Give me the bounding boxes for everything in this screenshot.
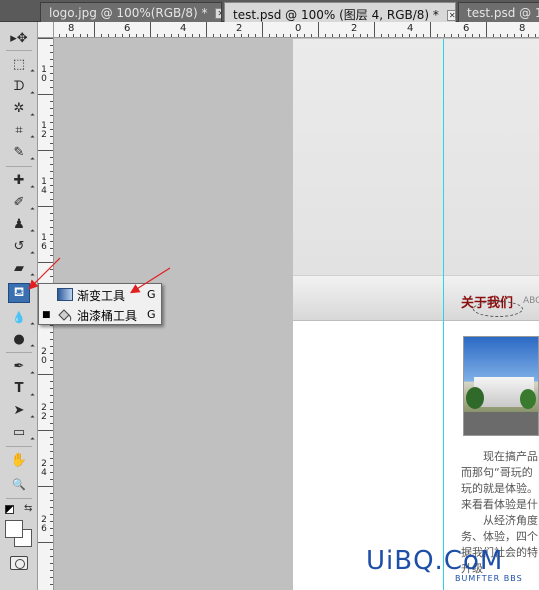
ruler-label: 8 — [68, 23, 75, 34]
default-colors-icon[interactable] — [5, 505, 14, 514]
marquee-tool-icon[interactable]: ⬚ — [8, 54, 35, 74]
ruler-label: 2 6 — [41, 515, 47, 534]
watermark-logo: UiBQ.CoM — [366, 546, 504, 576]
building-photo — [463, 336, 539, 436]
menu-item-shortcut: G — [147, 308, 156, 321]
ruler-label: 1 0 — [41, 65, 47, 84]
tab-test-psd-2[interactable]: test.psd @ 1 — [458, 2, 539, 22]
gradient-icon — [57, 288, 73, 301]
hand-tool-icon[interactable]: ✋ — [8, 450, 30, 470]
photoshop-window: logo.jpg @ 100%(RGB/8) * ✕ test.psd @ 10… — [0, 0, 539, 590]
paragraph-line: 从经济角度 — [461, 514, 538, 527]
path-selection-tool-icon[interactable]: ➤ — [8, 400, 35, 420]
tab-logo-jpg[interactable]: logo.jpg @ 100%(RGB/8) * ✕ — [40, 2, 222, 22]
pen-tool-icon[interactable]: ✒ — [8, 356, 35, 376]
tab-label: logo.jpg @ 100%(RGB/8) * — [49, 6, 208, 20]
tab-test-psd-active[interactable]: test.psd @ 100% (图层 4, RGB/8) * ✕ — [224, 2, 456, 22]
paragraph-line: 现在搞产品 — [461, 450, 538, 463]
lasso-tool-icon[interactable]: ᗪ — [8, 76, 35, 96]
ruler-label: 1 6 — [41, 233, 47, 252]
shape-tool-icon[interactable]: ▭ — [8, 422, 35, 442]
menu-item-shortcut: G — [147, 288, 156, 301]
history-brush-tool-icon[interactable]: ↺ — [8, 236, 35, 256]
paragraph-line: 来看看体验是什 — [461, 498, 538, 511]
ruler-label: 0 — [295, 23, 302, 34]
menu-item-gradient-tool[interactable]: 渐变工具 G — [39, 285, 161, 305]
elliptical-selection — [473, 301, 523, 317]
ruler-label: 6 — [124, 23, 131, 34]
magic-wand-tool-icon[interactable]: ✲ — [8, 98, 35, 118]
tab-label: test.psd @ 100% (图层 4, RGB/8) * — [233, 8, 439, 22]
menu-item-label: 油漆桶工具 — [77, 309, 138, 323]
swap-colors-icon[interactable]: ⇆ — [24, 503, 32, 514]
quick-mask-icon[interactable] — [10, 556, 28, 570]
guide-line[interactable] — [443, 39, 444, 590]
ruler-label: 2 2 — [41, 403, 47, 422]
menu-item-paint-bucket-tool[interactable]: ■ 油漆桶工具 G — [39, 305, 161, 325]
ruler-label: 6 — [463, 23, 470, 34]
ruler-origin[interactable] — [38, 22, 54, 38]
horizontal-ruler[interactable]: 8 6 4 2 0 2 4 6 8 — [38, 22, 539, 38]
ruler-label: 1 4 — [41, 177, 47, 196]
move-tool-icon[interactable]: ▸✥ — [8, 28, 30, 48]
ruler-label: 2 — [351, 23, 358, 34]
paragraph-line: 玩的就是体验。 — [461, 482, 538, 495]
ruler-label: 4 — [180, 23, 187, 34]
brush-tool-icon[interactable]: ✐ — [8, 192, 35, 212]
paragraph-line: 务、体验，四个 — [461, 530, 538, 543]
menu-item-label: 渐变工具 — [77, 289, 126, 303]
toolbox: ▸✥ ⬚ ᗪ ✲ ⌗ ✎ ✚ ✐ ♟ ↺ ▰ ⛾ 💧 ● ✒ T ➤ ▭ ✋ 🔍… — [0, 22, 38, 590]
close-icon[interactable]: ✕ — [215, 8, 221, 19]
paint-bucket-tool-icon[interactable]: ⛾ — [8, 283, 30, 303]
watermark-subtext: BUMFTER BBS — [455, 574, 523, 583]
dodge-tool-icon[interactable]: ● — [8, 329, 35, 349]
eraser-tool-icon[interactable]: ▰ — [8, 258, 35, 278]
paragraph-line: 而那句“哥玩的 — [461, 466, 533, 479]
tab-label: test.psd @ 1 — [467, 6, 539, 20]
healing-brush-tool-icon[interactable]: ✚ — [8, 170, 35, 190]
paint-bucket-flyout-menu: 渐变工具 G ■ 油漆桶工具 G — [38, 283, 162, 325]
zoom-tool-icon[interactable]: 🔍 — [8, 474, 30, 494]
ruler-label: 2 — [236, 23, 243, 34]
foreground-color-swatch[interactable] — [5, 520, 23, 538]
type-tool-icon[interactable]: T — [8, 378, 35, 398]
blur-tool-icon[interactable]: 💧 — [8, 307, 35, 327]
ruler-label: 1 2 — [41, 121, 47, 140]
close-icon[interactable]: ✕ — [446, 10, 455, 21]
eyedropper-tool-icon[interactable]: ✎ — [8, 142, 35, 162]
selected-bullet-icon: ■ — [42, 310, 51, 320]
ruler-label: 2 4 — [41, 459, 47, 478]
ruler-label: 2 0 — [41, 347, 47, 366]
crop-tool-icon[interactable]: ⌗ — [8, 120, 35, 140]
document-tab-bar: logo.jpg @ 100%(RGB/8) * ✕ test.psd @ 10… — [0, 0, 539, 22]
ruler-label: 8 — [519, 23, 526, 34]
section-subtitle: ABO — [523, 296, 539, 306]
ruler-label: 4 — [407, 23, 414, 34]
header-banner — [293, 39, 539, 275]
clone-stamp-tool-icon[interactable]: ♟ — [8, 214, 35, 234]
document-canvas[interactable]: 关于我们 ABO 现在搞产品 而那句“哥玩的 玩的就是体验。 来看看体验是什 从… — [293, 39, 539, 590]
paint-bucket-icon — [57, 308, 73, 322]
